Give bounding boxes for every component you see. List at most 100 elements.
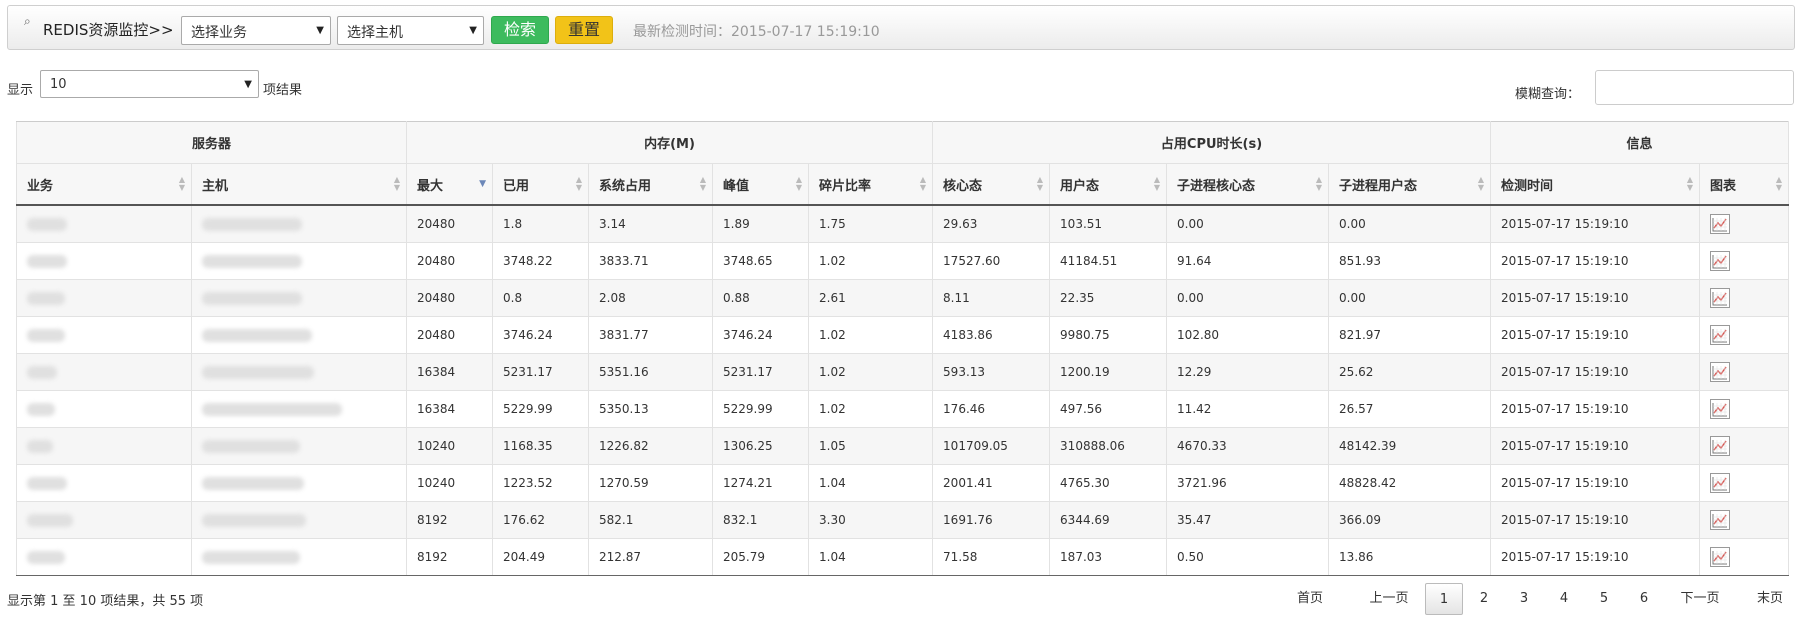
col-business-header[interactable]: 业务 ▲ ▼ xyxy=(16,163,192,206)
col-child-user-header[interactable]: 子进程用户态 ▲ ▼ xyxy=(1328,163,1492,206)
host-cell xyxy=(190,538,408,576)
page-number[interactable]: 4 xyxy=(1545,583,1583,615)
host-cell xyxy=(190,501,408,539)
child-kernel-cell: 35.47 xyxy=(1166,501,1330,539)
group-cpu: 占用CPU时长(s) xyxy=(932,121,1492,164)
col-user-header[interactable]: 用户态 ▲ ▼ xyxy=(1049,163,1168,206)
used-cell: 5229.99 xyxy=(492,390,590,428)
col-sys-header[interactable]: 系统占用 ▲ ▼ xyxy=(588,163,714,206)
peak-cell: 1274.21 xyxy=(712,464,810,502)
redacted-text xyxy=(202,403,342,416)
page-number[interactable]: 5 xyxy=(1585,583,1623,615)
line-chart-icon[interactable] xyxy=(1710,473,1731,493)
table-row: 8192 204.49 212.87 205.79 1.04 71.58 187.03 0.5… xyxy=(16,538,1790,576)
kernel-cell: 17527.60 xyxy=(932,242,1051,280)
line-chart-icon[interactable] xyxy=(1710,251,1731,271)
line-chart-icon[interactable] xyxy=(1710,214,1731,234)
column-label: 碎片比率 xyxy=(819,178,872,194)
column-label: 图表 xyxy=(1710,178,1737,194)
page-length-select[interactable]: 10 ▼ xyxy=(40,70,259,98)
redacted-text xyxy=(27,292,65,305)
col-host-header[interactable]: 主机 ▲ ▼ xyxy=(190,163,408,206)
user-cell: 22.35 xyxy=(1049,279,1168,317)
sys-cell: 1226.82 xyxy=(588,427,714,465)
kernel-cell: 29.63 xyxy=(932,204,1051,243)
line-chart-icon[interactable] xyxy=(1710,399,1731,419)
time-cell: 2015-07-17 15:19:10 xyxy=(1490,204,1701,243)
col-frag-header[interactable]: 碎片比率 ▲ ▼ xyxy=(808,163,934,206)
line-chart-icon[interactable] xyxy=(1710,325,1731,345)
business-cell xyxy=(16,427,192,465)
child-user-cell: 48828.42 xyxy=(1328,464,1492,502)
child-user-cell: 48142.39 xyxy=(1328,427,1492,465)
line-chart-icon[interactable] xyxy=(1710,547,1731,567)
child-kernel-cell: 11.42 xyxy=(1166,390,1330,428)
business-cell xyxy=(16,353,192,391)
chart-cell xyxy=(1699,279,1790,317)
max-cell: 10240 xyxy=(406,427,494,465)
host-select[interactable]: 选择主机 ▼ xyxy=(337,16,484,45)
child-kernel-cell: 0.00 xyxy=(1166,204,1330,243)
redacted-text xyxy=(202,218,302,231)
line-chart-icon[interactable] xyxy=(1710,362,1731,382)
col-max-header[interactable]: 最大 ▼ xyxy=(406,163,494,206)
business-select-value: 选择业务 xyxy=(191,25,247,41)
fuzzy-search-label: 模糊查询： xyxy=(1515,87,1581,102)
sort-icon: ▲ ▼ xyxy=(1775,175,1783,192)
page-number[interactable]: 1 xyxy=(1425,583,1463,615)
col-peak-header[interactable]: 峰值 ▲ ▼ xyxy=(712,163,810,206)
redacted-text xyxy=(202,292,302,305)
sort-icon: ▲ ▼ xyxy=(1036,175,1044,192)
search-button[interactable]: 检索 xyxy=(491,16,549,44)
host-cell xyxy=(190,242,408,280)
line-chart-icon[interactable] xyxy=(1710,510,1731,530)
chart-cell xyxy=(1699,204,1790,243)
redacted-text xyxy=(27,366,57,379)
child-kernel-cell: 12.29 xyxy=(1166,353,1330,391)
col-kernel-header[interactable]: 核心态 ▲ ▼ xyxy=(932,163,1051,206)
used-cell: 0.8 xyxy=(492,279,590,317)
table-row: 10240 1223.52 1270.59 1274.21 1.04 2001.41 476… xyxy=(16,464,1790,502)
sys-cell: 5351.16 xyxy=(588,353,714,391)
chart-cell xyxy=(1699,316,1790,354)
table-row: 16384 5231.17 5351.16 5231.17 1.02 593.13 1200… xyxy=(16,353,1790,391)
kernel-cell: 8.11 xyxy=(932,279,1051,317)
page-prev[interactable]: 上一页 xyxy=(1362,583,1416,615)
fuzzy-search-input[interactable] xyxy=(1595,70,1794,105)
page-last[interactable]: 末页 xyxy=(1750,583,1790,615)
col-time-header[interactable]: 检测时间 ▲ ▼ xyxy=(1490,163,1701,206)
sort-icon: ▲ ▼ xyxy=(1315,175,1323,192)
column-label: 最大 xyxy=(417,178,444,194)
child-user-cell: 821.97 xyxy=(1328,316,1492,354)
column-label: 检测时间 xyxy=(1501,178,1554,194)
redacted-text xyxy=(27,514,73,527)
user-cell: 187.03 xyxy=(1049,538,1168,576)
redacted-text xyxy=(202,440,300,453)
page-first[interactable]: 首页 xyxy=(1290,583,1330,615)
table-row: 20480 1.8 3.14 1.89 1.75 29.63 103.51 0.00 0.00 2… xyxy=(16,204,1790,243)
sys-cell: 1270.59 xyxy=(588,464,714,502)
page-number[interactable]: 3 xyxy=(1505,583,1543,615)
sys-cell: 212.87 xyxy=(588,538,714,576)
sort-icon: ▲ ▼ xyxy=(1477,175,1485,192)
col-used-header[interactable]: 已用 ▲ ▼ xyxy=(492,163,590,206)
col-child-kernel-header[interactable]: 子进程核心态 ▲ ▼ xyxy=(1166,163,1330,206)
redacted-text xyxy=(202,551,300,564)
host-cell xyxy=(190,427,408,465)
frag-cell: 1.05 xyxy=(808,427,934,465)
page-number[interactable]: 2 xyxy=(1465,583,1503,615)
reset-button[interactable]: 重置 xyxy=(555,16,613,44)
table-row: 20480 3746.24 3831.77 3746.24 1.02 4183.86 998… xyxy=(16,316,1790,354)
page-number[interactable]: 6 xyxy=(1625,583,1663,615)
line-chart-icon[interactable] xyxy=(1710,436,1731,456)
col-chart-header[interactable]: 图表 ▲ ▼ xyxy=(1699,163,1790,206)
redacted-text xyxy=(27,329,65,342)
line-chart-icon[interactable] xyxy=(1710,288,1731,308)
time-cell: 2015-07-17 15:19:10 xyxy=(1490,316,1701,354)
child-kernel-cell: 0.00 xyxy=(1166,279,1330,317)
page-next[interactable]: 下一页 xyxy=(1673,583,1727,615)
kernel-cell: 176.46 xyxy=(932,390,1051,428)
business-select[interactable]: 选择业务 ▼ xyxy=(181,16,331,45)
child-user-cell: 26.57 xyxy=(1328,390,1492,428)
user-cell: 41184.51 xyxy=(1049,242,1168,280)
